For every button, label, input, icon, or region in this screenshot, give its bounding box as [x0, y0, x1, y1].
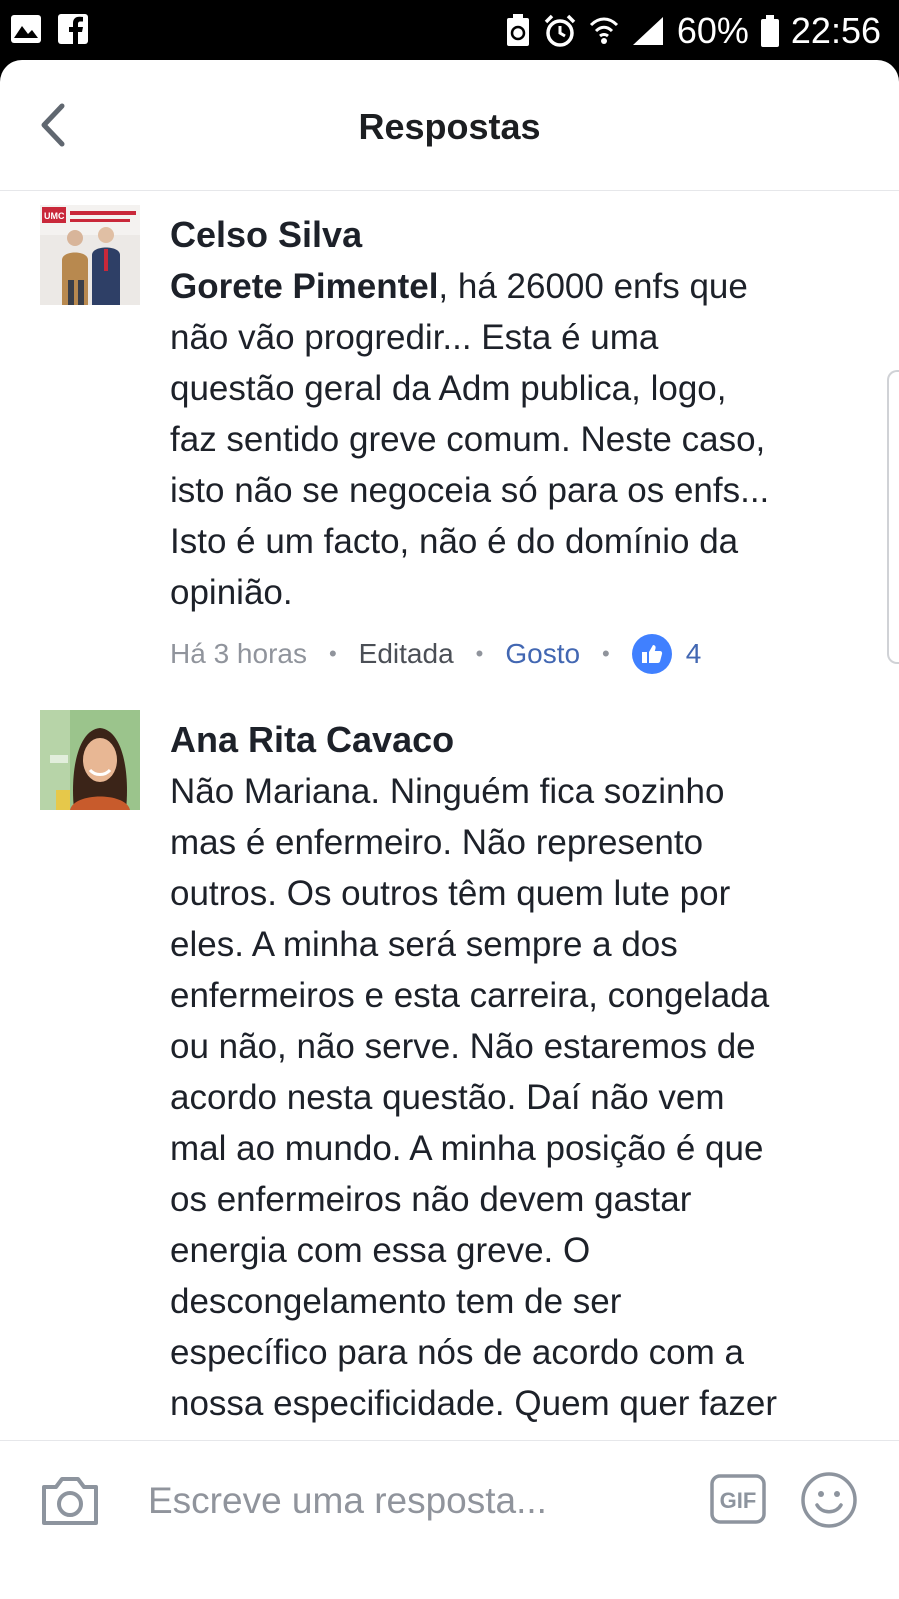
reply-input[interactable]: Escreve uma resposta... [148, 1471, 668, 1531]
page-title: Respostas [358, 106, 541, 147]
alarm-icon [544, 14, 576, 47]
comment-timestamp: Há 3 horas [170, 638, 307, 669]
thumbs-up-icon[interactable] [631, 634, 672, 674]
status-time: 22:56 [790, 10, 881, 51]
comment-text: Não Mariana. Ninguém fica sozinho mas é … [170, 772, 777, 1474]
gallery-icon [11, 15, 41, 43]
battery-saver-icon [506, 14, 529, 46]
status-bar: 60% 22:56 [0, 0, 899, 62]
smiley-icon[interactable] [800, 1471, 858, 1529]
comment-body: Celso Silva Gorete Pimentel, há 26000 en… [170, 211, 870, 676]
gif-label: GIF [720, 1488, 757, 1513]
separator-dot: • [475, 641, 484, 666]
replies-sheet: Respostas UMC Celso Silva Gorete Pimente… [0, 60, 899, 1599]
camera-icon[interactable] [40, 1473, 100, 1527]
like-count[interactable]: 4 [686, 638, 702, 670]
comment-author[interactable]: Celso Silva [170, 211, 870, 259]
separator-dot: • [602, 641, 610, 666]
wifi-icon [589, 17, 618, 44]
facebook-icon [58, 14, 88, 44]
edited-link[interactable]: Editada [359, 638, 454, 670]
header: Respostas [0, 60, 899, 191]
like-button[interactable]: Gosto [505, 638, 580, 670]
signal-icon [632, 17, 663, 45]
mention-link[interactable]: Gorete Pimentel [170, 267, 438, 306]
comment-meta: Há 3 horas • Editada • Gosto • 4 [170, 632, 870, 676]
comment-author[interactable]: Ana Rita Cavaco [170, 716, 870, 764]
comment-text: Gorete Pimentel, há 26000 enfs que não v… [170, 267, 770, 612]
comment-body: Ana Rita Cavaco Não Mariana. Ninguém fic… [170, 716, 870, 1480]
gif-icon[interactable]: GIF [710, 1474, 766, 1524]
reply-composer: Escreve uma resposta... GIF [0, 1440, 899, 1599]
avatar[interactable]: UMC [40, 205, 140, 305]
battery-icon [760, 15, 779, 47]
avatar-logo-text: UMC [44, 211, 65, 221]
avatar[interactable] [40, 710, 140, 810]
battery-percentage: 60% [676, 10, 749, 51]
separator-dot: • [328, 641, 337, 666]
scrollbar[interactable] [887, 370, 899, 664]
